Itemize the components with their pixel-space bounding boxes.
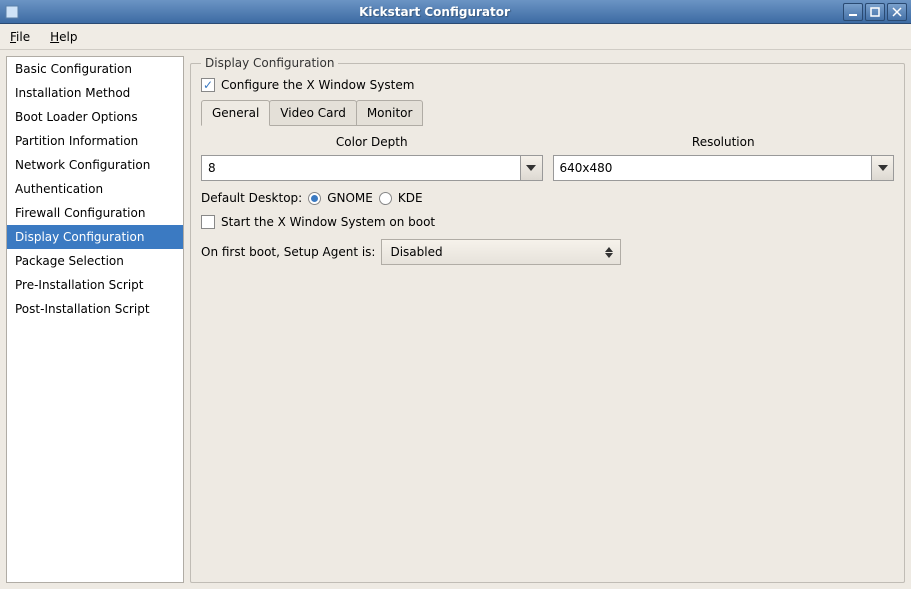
maximize-button[interactable] <box>865 3 885 21</box>
chevron-down-icon <box>520 156 542 180</box>
title-bar: Kickstart Configurator <box>0 0 911 24</box>
minimize-button[interactable] <box>843 3 863 21</box>
configure-x-row: Configure the X Window System <box>201 78 894 92</box>
sidebar-item-authentication[interactable]: Authentication <box>7 177 183 201</box>
sidebar-item-firewall-configuration[interactable]: Firewall Configuration <box>7 201 183 225</box>
group-title: Display Configuration <box>201 56 338 70</box>
sidebar-item-display-configuration[interactable]: Display Configuration <box>7 225 183 249</box>
default-desktop-label: Default Desktop: <box>201 191 302 205</box>
start-x-label: Start the X Window System on boot <box>221 215 435 229</box>
resolution-combo[interactable]: 640x480 <box>553 155 895 181</box>
menu-help-rest: elp <box>59 30 77 44</box>
setup-agent-value: Disabled <box>390 245 442 259</box>
color-depth-column: Color Depth 8 <box>201 135 543 181</box>
window-title: Kickstart Configurator <box>26 5 843 19</box>
depth-resolution-row: Color Depth 8 Resolution 640x480 <box>201 135 894 181</box>
main-panel: Display Configuration Configure the X Wi… <box>190 56 905 583</box>
setup-agent-label: On first boot, Setup Agent is: <box>201 245 375 259</box>
color-depth-label: Color Depth <box>336 135 408 149</box>
sidebar[interactable]: Basic Configuration Installation Method … <box>6 56 184 583</box>
sidebar-item-network-configuration[interactable]: Network Configuration <box>7 153 183 177</box>
setup-agent-select[interactable]: Disabled <box>381 239 621 265</box>
resolution-column: Resolution 640x480 <box>553 135 895 181</box>
chevron-down-icon <box>871 156 893 180</box>
menu-file[interactable]: File <box>6 28 34 46</box>
tab-video-card[interactable]: Video Card <box>269 100 357 126</box>
default-desktop-row: Default Desktop: GNOME KDE <box>201 191 894 205</box>
color-depth-value: 8 <box>202 156 520 180</box>
color-depth-combo[interactable]: 8 <box>201 155 543 181</box>
setup-agent-row: On first boot, Setup Agent is: Disabled <box>201 239 894 265</box>
tab-monitor[interactable]: Monitor <box>356 100 424 126</box>
window-controls <box>843 3 907 21</box>
sidebar-item-boot-loader-options[interactable]: Boot Loader Options <box>7 105 183 129</box>
menu-bar: File Help <box>0 24 911 50</box>
sidebar-item-basic-configuration[interactable]: Basic Configuration <box>7 57 183 81</box>
resolution-label: Resolution <box>692 135 755 149</box>
resolution-value: 640x480 <box>554 156 872 180</box>
sidebar-item-installation-method[interactable]: Installation Method <box>7 81 183 105</box>
configure-x-checkbox[interactable] <box>201 78 215 92</box>
spin-icon <box>602 247 616 258</box>
tab-panel-general: Color Depth 8 Resolution 640x480 <box>201 125 894 325</box>
sidebar-item-post-installation-script[interactable]: Post-Installation Script <box>7 297 183 321</box>
menu-help[interactable]: Help <box>46 28 81 46</box>
display-configuration-group: Display Configuration Configure the X Wi… <box>190 56 905 583</box>
radio-gnome[interactable] <box>308 192 321 205</box>
configure-x-label: Configure the X Window System <box>221 78 414 92</box>
tab-general[interactable]: General <box>201 100 270 126</box>
app-icon <box>4 4 20 20</box>
sidebar-item-pre-installation-script[interactable]: Pre-Installation Script <box>7 273 183 297</box>
sidebar-item-partition-information[interactable]: Partition Information <box>7 129 183 153</box>
close-button[interactable] <box>887 3 907 21</box>
radio-kde-label: KDE <box>398 191 423 205</box>
radio-gnome-label: GNOME <box>327 191 373 205</box>
radio-kde[interactable] <box>379 192 392 205</box>
menu-file-rest: ile <box>16 30 30 44</box>
tab-bar: General Video Card Monitor <box>201 100 894 126</box>
start-x-checkbox[interactable] <box>201 215 215 229</box>
sidebar-item-package-selection[interactable]: Package Selection <box>7 249 183 273</box>
start-x-row: Start the X Window System on boot <box>201 215 894 229</box>
